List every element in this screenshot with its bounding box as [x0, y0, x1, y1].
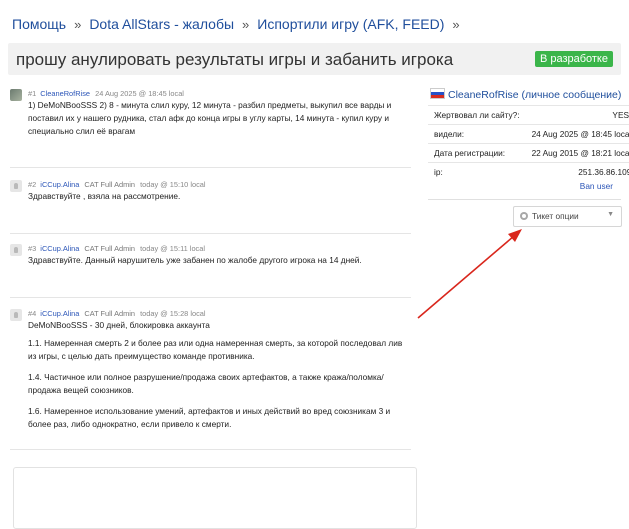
info-row: Жертвовал ли сайту?: YES! [428, 105, 629, 125]
title-bar: прошу анулировать результаты игры и заба… [8, 43, 621, 75]
post-author-link[interactable]: iCCup.Alina [40, 244, 79, 253]
avatar[interactable] [10, 180, 22, 192]
post-role: CAT Full Admin [84, 180, 136, 189]
user-name-link[interactable]: CleaneRofRise [448, 89, 519, 101]
gear-icon [520, 212, 528, 220]
post-time: 24 Aug 2025 @ 18:45 local [95, 89, 184, 98]
post-body: Здравствуйте , взяла на рассмотрение. [28, 190, 408, 211]
breadcrumb-separator: » [74, 17, 82, 32]
info-row: Дата регистрации: 22 Aug 2015 @ 18:21 lo… [428, 143, 629, 163]
breadcrumb: Помощь » Dota AllStars - жалобы » Испортили … [12, 16, 468, 32]
info-value: 22 Aug 2015 @ 18:21 local [525, 143, 629, 163]
ticket-options-dropdown[interactable]: Тикет опции ▼ [513, 206, 622, 227]
post-number[interactable]: #2 [28, 180, 36, 189]
russia-flag-icon [430, 88, 445, 99]
info-value: 251.36.86.109 [525, 162, 629, 181]
info-label: видели: [428, 124, 526, 144]
info-divider [428, 199, 621, 200]
user-info-header: CleaneRofRise (личное сообщение) [430, 88, 621, 101]
info-row: ip: 251.36.86.109 [428, 162, 629, 181]
post-divider [10, 297, 411, 298]
post-time: today @ 15:11 local [140, 244, 205, 253]
post-text: 1.6. Намеренное использование умений, ар… [28, 406, 391, 429]
post-body: 1) DeMoNBooSSS 2) 8 - минута слил куру, … [28, 99, 408, 146]
post-author-link[interactable]: CleaneRofRise [40, 89, 90, 98]
breadcrumb-separator: » [242, 17, 250, 32]
chevron-down-icon: ▼ [607, 211, 614, 218]
post-number[interactable]: #3 [28, 244, 36, 253]
post-author-link[interactable]: iCCup.Alina [40, 309, 79, 318]
status-badge: В разработке [534, 51, 613, 67]
page-title: прошу анулировать результаты игры и заба… [16, 50, 454, 69]
info-value: 24 Aug 2025 @ 18:45 local [525, 124, 629, 144]
post: #1 CleaneRofRise 24 Aug 2025 @ 18:45 loc… [10, 87, 411, 177]
post-body: Здравствуйте. Данный нарушитель уже заба… [28, 254, 408, 275]
post-role: CAT Full Admin [84, 244, 136, 253]
breadcrumb-help[interactable]: Помощь [12, 16, 66, 32]
private-message-link[interactable]: (личное сообщение) [522, 89, 622, 101]
info-row: видели: 24 Aug 2025 @ 18:45 local [428, 124, 629, 144]
post-text: 1.4. Частичное или полное разрушение/про… [28, 372, 384, 395]
post-text: Здравствуйте. Данный нарушитель уже заба… [28, 255, 362, 265]
breadcrumb-separator: » [452, 17, 460, 32]
info-label: Жертвовал ли сайту?: [428, 105, 526, 125]
post-divider [10, 449, 411, 450]
info-value: YES! [525, 105, 629, 125]
info-label: Дата регистрации: [428, 143, 526, 163]
avatar[interactable] [10, 309, 22, 321]
post-text: 1) DeMoNBooSSS 2) 8 - минута слил куру, … [28, 100, 392, 136]
avatar[interactable] [10, 89, 22, 101]
post-divider [10, 233, 411, 234]
post-body: DeMoNBooSSS - 30 дней, блокировка аккаун… [28, 319, 408, 439]
ticket-options-label: Тикет опции [532, 211, 579, 221]
post-time: today @ 15:28 local [140, 309, 206, 318]
post-number[interactable]: #1 [28, 89, 36, 98]
post-text: DeMoNBooSSS - 30 дней, блокировка аккаун… [28, 320, 210, 330]
reply-editor[interactable] [13, 467, 417, 529]
ban-user-link[interactable]: Ban user [580, 181, 613, 191]
breadcrumb-dota-complaints[interactable]: Dota AllStars - жалобы [89, 16, 234, 32]
breadcrumb-ruined-game[interactable]: Испортили игру (AFK, FEED) [257, 16, 444, 32]
post-text: Здравствуйте , взяла на рассмотрение. [28, 191, 181, 201]
post-role: CAT Full Admin [84, 309, 136, 318]
user-info-table: Жертвовал ли сайту?: YES! видели: 24 Aug… [428, 105, 629, 181]
post: #4 iCCup.Alina CAT Full Admin today @ 15… [10, 307, 411, 457]
avatar[interactable] [10, 244, 22, 256]
post-author-link[interactable]: iCCup.Alina [40, 180, 79, 189]
info-label: ip: [428, 162, 526, 181]
post-divider [10, 167, 411, 168]
post-time: today @ 15:10 local [140, 180, 206, 189]
post: #3 iCCup.Alina CAT Full Admin today @ 15… [10, 242, 411, 302]
post-text: 1.1. Намеренная смерть 2 и более раз или… [28, 338, 403, 361]
post: #2 iCCup.Alina CAT Full Admin today @ 15… [10, 178, 411, 238]
post-number[interactable]: #4 [28, 309, 36, 318]
